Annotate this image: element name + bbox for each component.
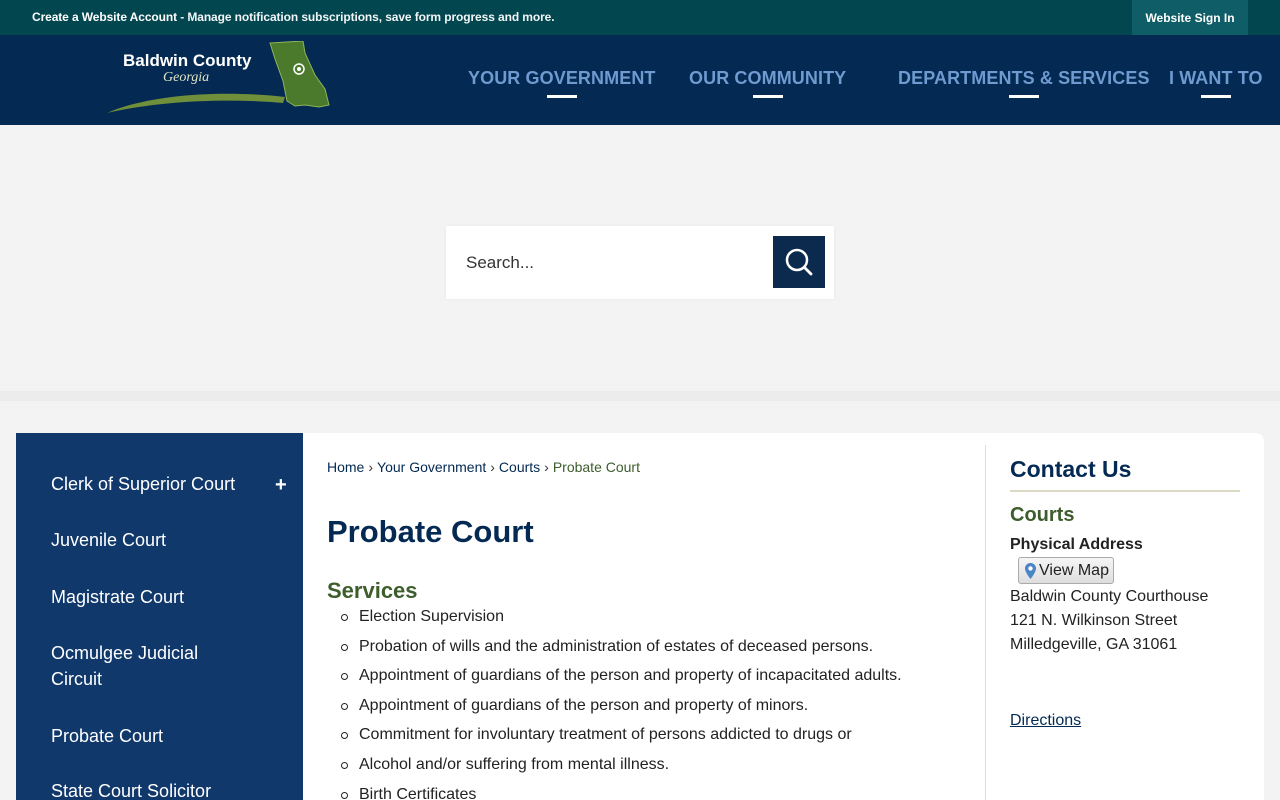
list-item: Alcohol and/or suffering from mental ill… xyxy=(341,756,902,786)
nav-label: DEPARTMENTS & SERVICES xyxy=(898,68,1150,88)
sidebar-item-magistrate-court[interactable]: Magistrate Court xyxy=(51,584,184,610)
breadcrumb-separator: › xyxy=(368,459,374,475)
address-line: Baldwin County Courthouse xyxy=(1010,588,1209,605)
sidebar-item-probate-court[interactable]: Probate Court xyxy=(51,723,163,749)
create-account-text[interactable]: Create a Website Account xyxy=(32,10,177,24)
nav-underline xyxy=(1200,95,1231,98)
address-line: 121 N. Wilkinson Street xyxy=(1010,612,1178,629)
nav-label: YOUR GOVERNMENT xyxy=(468,68,656,88)
site-logo[interactable]: Baldwin County Georgia xyxy=(105,41,335,117)
breadcrumb-separator: › xyxy=(544,459,549,475)
account-bar: Create a Website Account - Manage notifi… xyxy=(0,0,1280,35)
sidebar-item-clerk-of-superior-court[interactable]: Clerk of Superior Court xyxy=(51,471,235,497)
search-form xyxy=(446,226,834,299)
address-line: Milledgeville, GA 31061 xyxy=(1010,636,1178,653)
contact-heading-rule xyxy=(1010,490,1240,492)
account-description: - Manage notification subscriptions, sav… xyxy=(176,10,555,24)
sidebar-item-juvenile-court[interactable]: Juvenile Court xyxy=(51,527,166,553)
nav-label: I WANT TO xyxy=(1169,68,1263,88)
list-item: Birth Certificates xyxy=(341,786,902,800)
nav-departments-services[interactable]: DEPARTMENTS & SERVICES xyxy=(898,68,1150,98)
nav-i-want-to[interactable]: I WANT TO xyxy=(1169,68,1263,98)
services-list: Election Supervision Probation of wills … xyxy=(341,608,902,800)
breadcrumb-separator: › xyxy=(490,459,495,475)
hero-divider xyxy=(0,391,1280,401)
nav-your-government[interactable]: YOUR GOVERNMENT xyxy=(468,68,656,98)
list-item: Probation of wills and the administratio… xyxy=(341,638,902,668)
breadcrumb-home[interactable]: Home xyxy=(327,459,364,475)
search-button[interactable] xyxy=(773,236,825,288)
list-item: Election Supervision xyxy=(341,608,902,638)
breadcrumb-current: Probate Court xyxy=(552,459,640,475)
contact-department: Courts xyxy=(1010,504,1075,526)
create-account-link[interactable]: Create a Website Account - Manage notifi… xyxy=(32,10,555,24)
logo-state-name: Georgia xyxy=(163,70,210,85)
sidebar-item-ocmulgee-judicial-circuit[interactable]: Ocmulgee Judicial Circuit xyxy=(51,640,221,692)
list-item: Appointment of guardians of the person a… xyxy=(341,667,902,697)
sidebar-item-state-court-solicitor[interactable]: State Court Solicitor xyxy=(51,778,211,800)
search-icon xyxy=(785,248,813,276)
breadcrumb: Home › Your Government › Courts › Probate Cour… xyxy=(327,459,640,475)
column-divider xyxy=(985,445,986,800)
nav-underline xyxy=(546,95,577,98)
site-header: Baldwin County Georgia YOUR GOVERNMENT O… xyxy=(0,35,1280,125)
logo-county-name: Baldwin County xyxy=(123,51,252,70)
physical-address-label: Physical Address xyxy=(1010,536,1143,553)
page-title: Probate Court xyxy=(327,514,534,549)
nav-underline xyxy=(1008,95,1039,98)
view-map-label: View Map xyxy=(1039,561,1109,579)
contact-heading: Contact Us xyxy=(1010,456,1132,482)
breadcrumb-courts[interactable]: Courts xyxy=(499,459,540,475)
breadcrumb-your-government[interactable]: Your Government xyxy=(377,459,486,475)
nav-our-community[interactable]: OUR COMMUNITY xyxy=(689,68,847,98)
directions-link[interactable]: Directions xyxy=(1010,712,1081,730)
map-pin-icon xyxy=(1025,562,1036,579)
list-item: Appointment of guardians of the person a… xyxy=(341,697,902,727)
view-map-button[interactable]: View Map xyxy=(1018,557,1114,584)
nav-label: OUR COMMUNITY xyxy=(689,68,847,88)
nav-underline xyxy=(752,95,783,98)
search-input[interactable] xyxy=(446,226,766,299)
sidebar-nav: Clerk of Superior Court Juvenile Court M… xyxy=(16,433,303,800)
list-item: Commitment for involuntary treatment of … xyxy=(341,726,902,756)
expand-plus-icon[interactable]: + xyxy=(275,474,287,497)
website-sign-in-button[interactable]: Website Sign In xyxy=(1132,0,1248,35)
services-heading: Services xyxy=(327,578,418,603)
